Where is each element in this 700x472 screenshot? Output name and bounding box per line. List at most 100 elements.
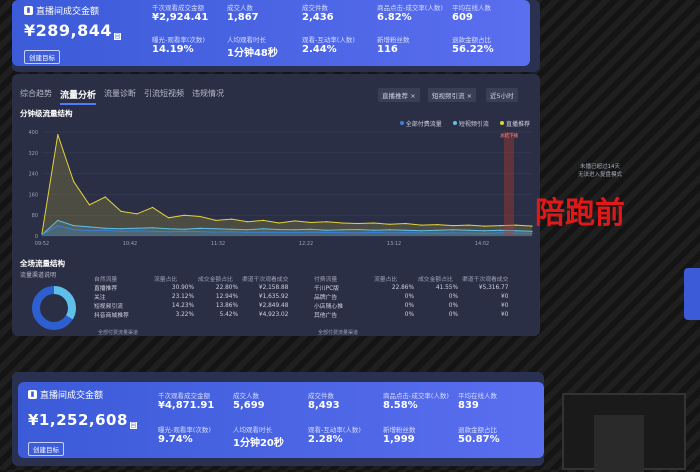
natural-traffic-table: 自然流量 流量占比 成交金额占比 渠道千次观看成交 直播推荐 30.90% 22.80% ¥2… — [92, 274, 290, 319]
tab-short-video[interactable]: 引流短视频 — [144, 88, 184, 105]
data-point — [183, 228, 185, 230]
chart-icon: ▮ — [28, 390, 37, 399]
y-tick-label: 0 — [35, 234, 38, 240]
table-row[interactable]: 关注 23.12% 12.94% ¥1,635.92 — [92, 292, 290, 302]
table-row[interactable]: 千川PC版 22.86% 41.55% ¥5,316.77 — [312, 283, 510, 293]
side-float-tab[interactable] — [684, 268, 700, 320]
data-point — [73, 180, 75, 182]
table-cell: 0% — [404, 311, 414, 318]
data-point — [389, 223, 391, 225]
bottom-metric-9: 退款金额占比 50.87% — [458, 424, 500, 445]
table-row[interactable]: 品牌广告 0% 0% ¥0 — [312, 292, 510, 302]
metric-value: 56.22% — [452, 44, 494, 55]
paid-footer[interactable]: 全部付费流量渠道 — [318, 329, 358, 336]
table-cell: 关注 — [94, 295, 106, 301]
top-metric-3: 商品点击-成交率(人数) 6.82% — [377, 2, 443, 23]
metric-value: 1,999 — [383, 434, 415, 445]
top-metric-9: 退款金额占比 56.22% — [452, 34, 494, 55]
side-note-line-2: 无法进入复盘模式 — [578, 172, 623, 178]
data-point — [57, 219, 59, 221]
traffic-donut-chart — [32, 286, 76, 330]
table-cell: ¥5,316.77 — [478, 284, 509, 291]
table-row[interactable]: 短视频引流 14.23% 13.86% ¥2,849.48 — [92, 301, 290, 311]
time-range-select[interactable]: 近5小时 — [486, 88, 518, 102]
table-row[interactable]: 小店随心推 0% 0% ¥0 — [312, 301, 510, 311]
table-row[interactable]: 其他广告 0% 0% ¥0 — [312, 310, 510, 320]
data-point — [515, 230, 517, 232]
bottom-stats-bar: ▮ 直播间成交金额 ¥1,252,608 回 创建目标 千次观看成交金额 ¥4,8… — [18, 382, 544, 458]
table-cell: 12.94% — [215, 293, 238, 300]
table-cell: 千川PC版 — [314, 286, 339, 292]
metric-value: 50.87% — [458, 434, 500, 445]
metric-label: 新增粉丝数 — [383, 426, 416, 434]
table-cell: 23.12% — [171, 293, 194, 300]
data-point — [420, 224, 422, 226]
data-point — [152, 230, 154, 232]
top-create-target-button[interactable]: 创建目标 — [24, 50, 60, 64]
tab-traffic-analysis[interactable]: 流量分析 — [60, 88, 97, 105]
top-metric-0: 千次观看成交金额 ¥2,924.41 — [152, 2, 208, 23]
data-point — [88, 204, 91, 206]
chart-icon: ▮ — [24, 6, 33, 15]
data-point — [278, 228, 280, 231]
metric-label: 成交人数 — [227, 4, 253, 12]
top-metric-4: 平均在线人数 609 — [452, 2, 491, 23]
top-metric-6: 人均观看时长 1分钟48秒 — [227, 34, 278, 59]
tab-overview[interactable]: 综合趋势 — [20, 88, 52, 105]
table-cell: 5.42% — [219, 311, 238, 318]
data-point — [183, 214, 185, 216]
column-header: 自然流量 — [94, 277, 118, 283]
data-point — [420, 232, 422, 234]
structure-sub[interactable]: 流量渠道说明 — [20, 270, 56, 279]
table-cell: 0% — [448, 293, 458, 300]
metric-value: 1分钟20秒 — [233, 438, 284, 449]
tab-traffic-diagnosis[interactable]: 流量诊断 — [104, 88, 136, 105]
x-tick-label: 12:22 — [299, 241, 313, 247]
data-point — [341, 229, 343, 231]
top-amount-row: ¥289,844 回 — [24, 21, 122, 40]
table-row[interactable]: 直播推荐 30.90% 22.80% ¥2,158.88 — [92, 283, 290, 293]
video-thumbnail[interactable] — [562, 393, 686, 472]
data-point — [167, 217, 170, 219]
top-hero-title-row: ▮ 直播间成交金额 — [24, 4, 121, 17]
data-point — [199, 215, 201, 218]
filter-chip-short-video[interactable]: 短视频引流 × — [428, 88, 477, 102]
metric-label: 成交件数 — [308, 392, 334, 400]
column-header: 渠道千次观看成交 — [462, 277, 509, 283]
table-row[interactable]: 抖音商城推荐 3.22% 5.42% ¥4,923.02 — [92, 310, 290, 320]
data-point — [199, 227, 201, 229]
data-point — [231, 231, 233, 233]
natural-footer[interactable]: 全部付费流量渠道 — [98, 329, 138, 336]
x-tick-label: 13:12 — [387, 241, 401, 247]
side-note-review: 未播已超过14天 无法进入复盘模式 — [578, 163, 622, 179]
table-cell: 0% — [448, 302, 458, 309]
metric-label: 商品点击-成交率(人数) — [383, 392, 449, 400]
bottom-hero-title-row: ▮ 直播间成交金额 — [28, 388, 137, 401]
data-point — [357, 222, 359, 225]
data-point — [483, 232, 486, 234]
filter-chip-recommend[interactable]: 直播推荐 × — [378, 88, 420, 102]
paid-traffic-table: 付费流量 流量占比 成交金额占比 渠道千次观看成交 千川PC版 22.86% 41.55% ¥… — [312, 274, 510, 319]
data-point — [531, 230, 533, 232]
column-header: 流量占比 — [154, 277, 178, 283]
metric-value: 1分钟48秒 — [227, 48, 278, 59]
metric-value: 2.28% — [308, 434, 343, 445]
data-point — [483, 225, 486, 227]
table-cell: ¥4,923.02 — [258, 311, 289, 318]
bottom-badge: 回 — [129, 422, 137, 429]
data-point — [310, 231, 312, 233]
metric-label: 退款金额占比 — [452, 36, 491, 44]
data-point — [152, 206, 154, 208]
table-cell: 0% — [448, 311, 458, 318]
video-figure — [594, 415, 644, 472]
data-point — [310, 221, 312, 224]
data-point — [294, 232, 296, 234]
x-tick-label: 10:42 — [123, 241, 137, 247]
bottom-create-target-button[interactable]: 创建目标 — [28, 442, 64, 456]
data-point — [515, 232, 517, 234]
metric-value: 839 — [458, 400, 479, 411]
tab-violations[interactable]: 违规情况 — [192, 88, 224, 105]
data-point — [325, 229, 328, 231]
data-point — [104, 196, 106, 198]
traffic-analysis-panel: 综合趋势 流量分析 流量诊断 引流短视频 违规情况 直播推荐 × 短视频引流 ×… — [12, 74, 540, 336]
